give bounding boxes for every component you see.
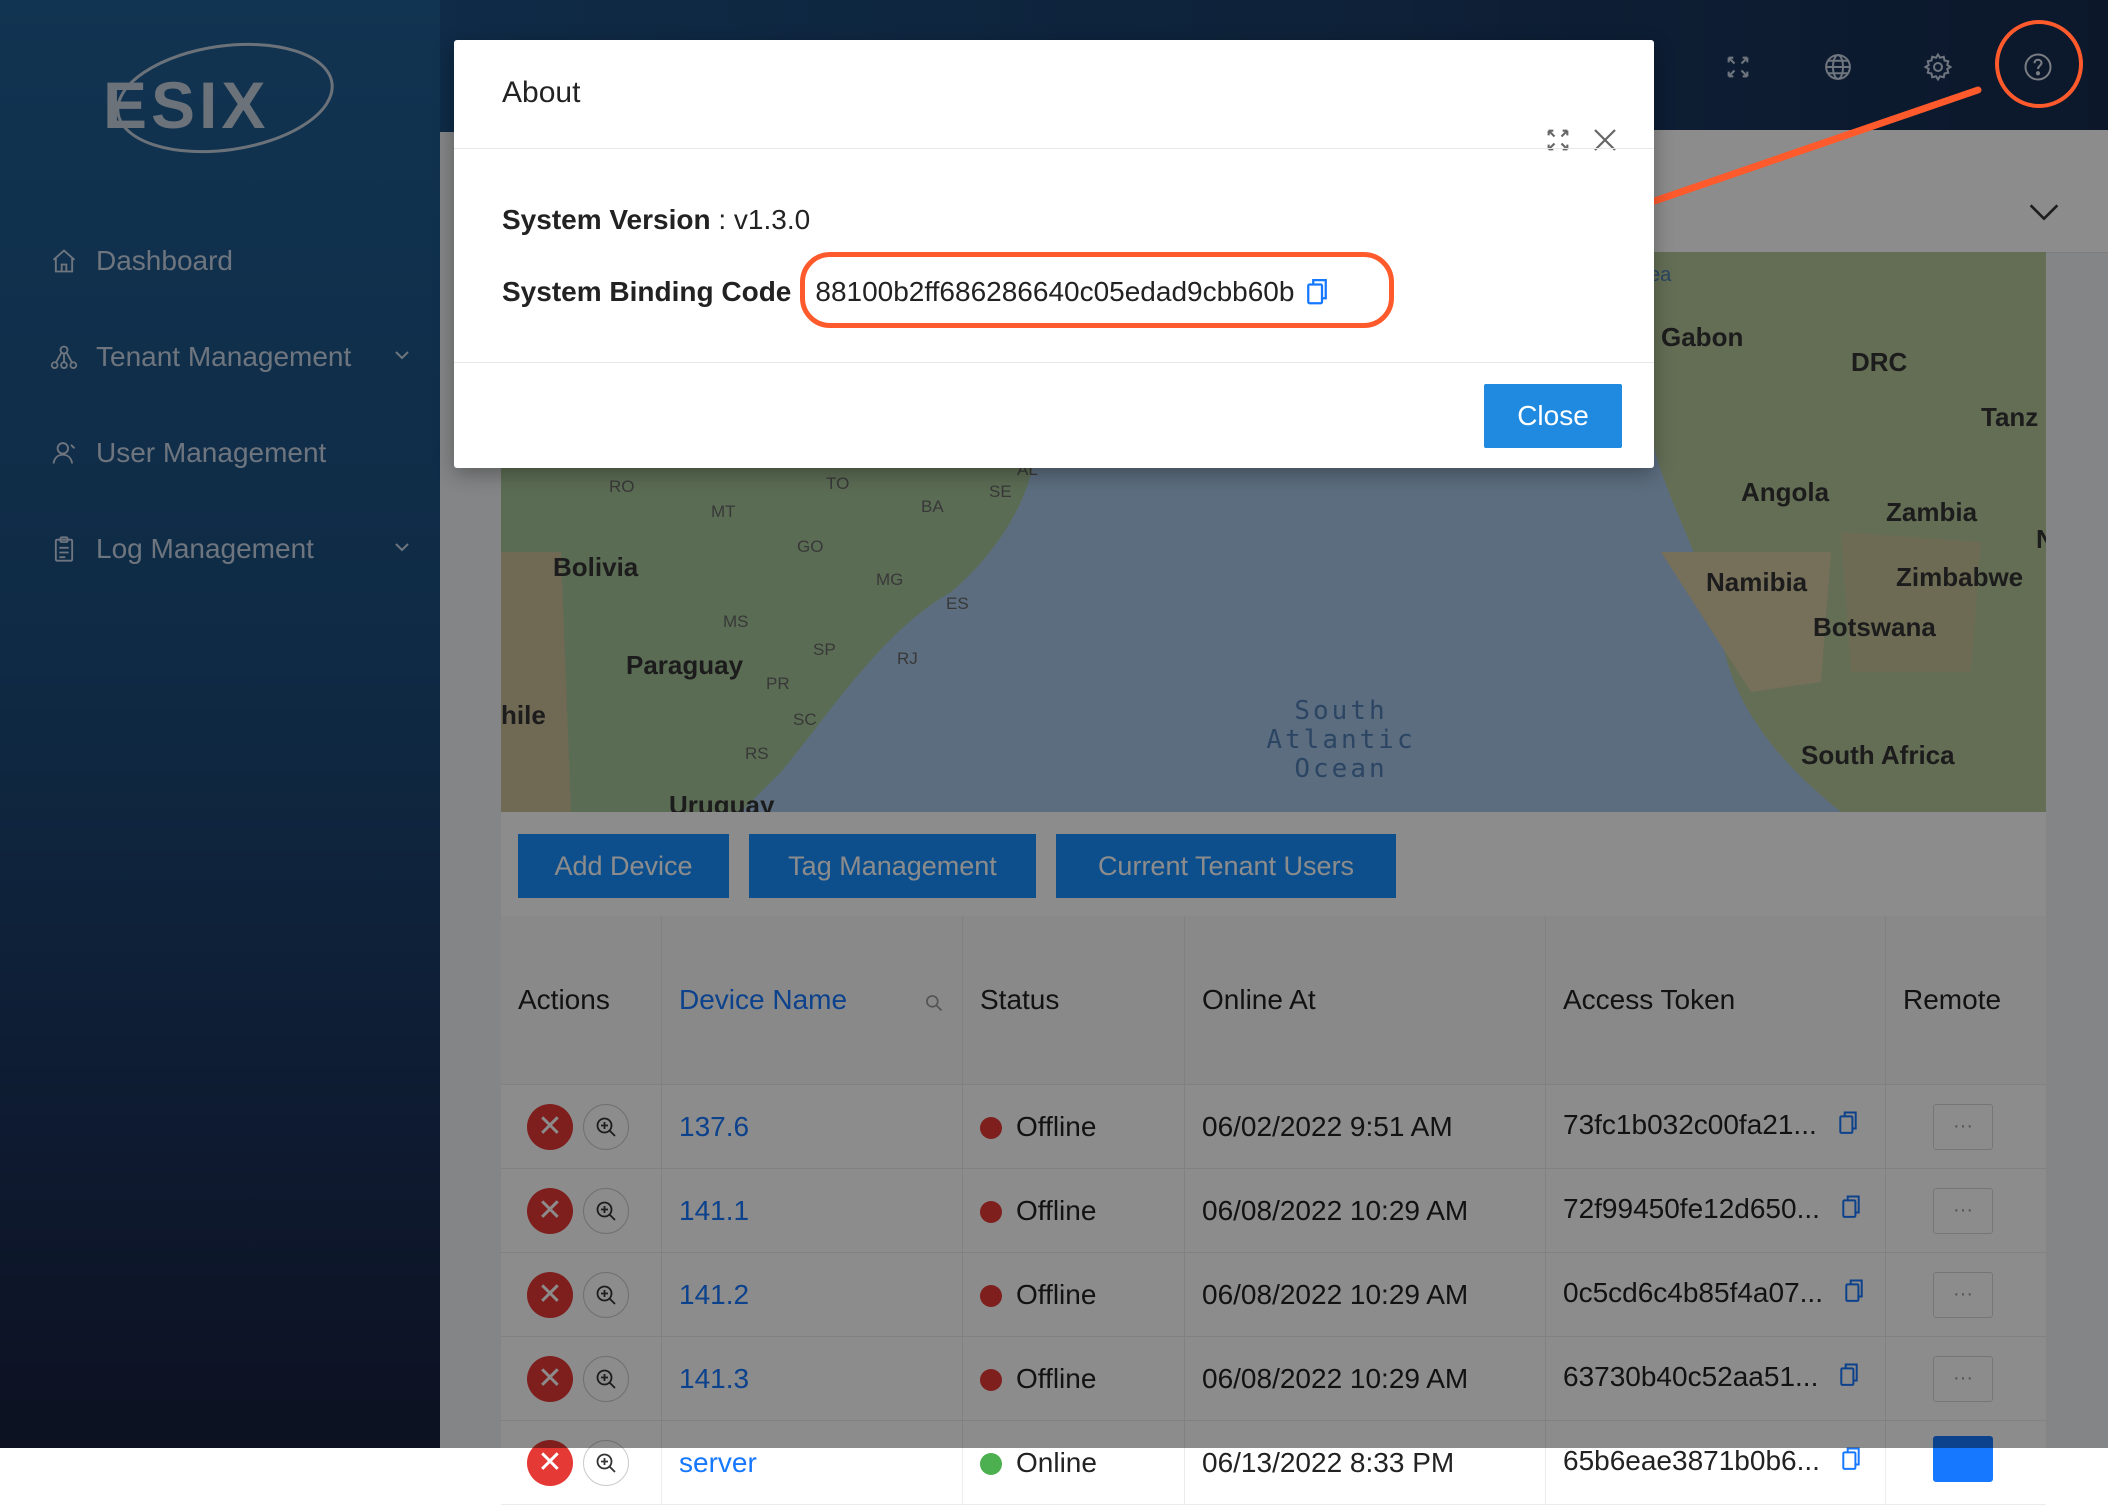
status-text: Online — [1016, 1446, 1097, 1478]
close-icon[interactable] — [1587, 122, 1623, 158]
status-dot — [980, 1453, 1002, 1476]
maximize-icon[interactable] — [1540, 122, 1576, 158]
modal-divider — [454, 362, 1654, 363]
system-version-row: System Version : v1.3.0 — [502, 204, 810, 236]
help-highlight-ring — [1995, 20, 2083, 108]
binding-code-label: System Binding Code — [502, 276, 792, 307]
modal-divider — [454, 148, 1654, 149]
modal-title: About — [502, 76, 581, 109]
copy-icon[interactable] — [1840, 1445, 1862, 1480]
binding-code-highlight-ring — [800, 252, 1394, 328]
device-name-link[interactable]: server — [679, 1447, 757, 1478]
close-button[interactable]: Close — [1484, 384, 1622, 448]
access-token-value: 65b6eae3871b0b6... — [1563, 1444, 1820, 1476]
system-version-value: v1.3.0 — [733, 204, 811, 235]
system-version-label: System Version — [502, 204, 711, 235]
system-version-separator: : — [710, 204, 734, 235]
